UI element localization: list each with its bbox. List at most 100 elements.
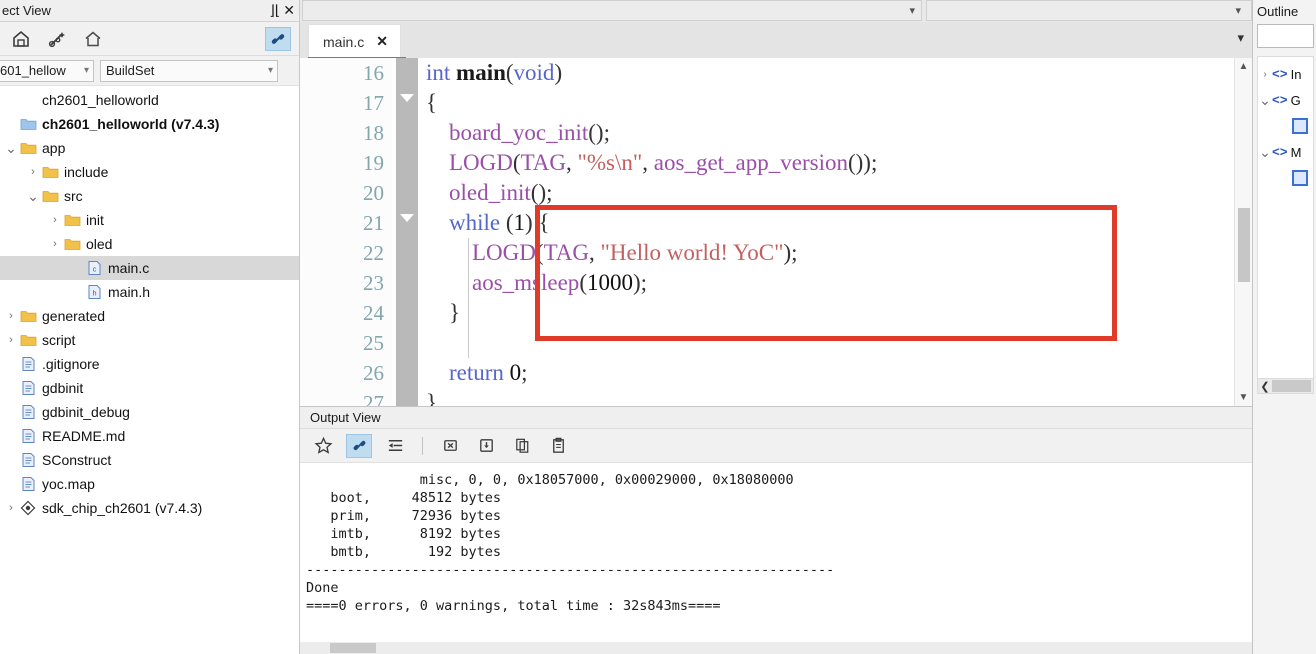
tab-label: main.c <box>323 33 365 50</box>
outline-item[interactable]: ⌄ <> M <box>1258 139 1313 165</box>
buildset-combo[interactable]: BuildSet ▾ <box>100 59 278 82</box>
code-line-22[interactable]: LOGD(TAG, "Hello world! YoC"); <box>418 238 1234 268</box>
code-line-17[interactable]: { <box>418 88 1234 118</box>
project-tree[interactable]: ch2601_helloworld ch2601_helloworld (v7.4… <box>0 86 299 644</box>
tree-item-label: sdk_chip_ch2601 (v7.4.3) <box>42 500 203 516</box>
project-view-toolbar <box>0 22 299 56</box>
outline-horizontal-scrollbar[interactable]: ❮ <box>1257 378 1314 394</box>
wrap-lines-icon[interactable] <box>382 434 408 458</box>
tree-item-oled[interactable]: › oled <box>0 232 299 256</box>
scrollbar-thumb[interactable] <box>1238 208 1250 282</box>
dock-icon[interactable]: ⌋⌊ <box>269 1 280 19</box>
tree-item-init[interactable]: › init <box>0 208 299 232</box>
scrollbar-thumb[interactable] <box>1272 380 1311 392</box>
code-token-fn: aos_get_app_version <box>653 150 848 175</box>
code-token-fn: oled_init <box>449 180 531 205</box>
chevron-left-icon[interactable]: ❮ <box>1258 380 1272 393</box>
code-text[interactable]: int main(void){ board_yoc_init(); LOGD(T… <box>418 58 1234 406</box>
chevron-up-icon[interactable]: ▲ <box>1235 58 1252 75</box>
chevron-down-icon[interactable]: ▼ <box>1235 389 1252 406</box>
tree-item-main.h[interactable]: h main.h <box>0 280 299 304</box>
output-log-line: imtb, 8192 bytes <box>306 526 502 542</box>
outline-search-input[interactable] <box>1257 24 1314 48</box>
line-number: 26 <box>363 361 384 385</box>
tree-item-sdk_chip_ch2601[interactable]: › sdk_chip_ch2601 (v7.4.3) <box>0 496 299 520</box>
build-icon[interactable] <box>10 28 32 50</box>
tree-item-.gitignore[interactable]: .gitignore <box>0 352 299 376</box>
editor-path-combo[interactable]: ▾ <box>302 0 922 21</box>
folder-icon <box>62 237 82 251</box>
editor-symbol-combo[interactable]: ▾ <box>926 0 1252 21</box>
chevron-right-icon[interactable]: › <box>48 214 62 226</box>
code-line-24[interactable]: } <box>418 298 1234 328</box>
chevron-right-icon[interactable]: › <box>26 166 40 178</box>
tab-main-c[interactable]: main.c ✕ <box>308 24 401 58</box>
tree-item-generated[interactable]: › generated <box>0 304 299 328</box>
chevron-right-icon[interactable]: › <box>1258 69 1272 80</box>
tree-item-gdbinit[interactable]: gdbinit <box>0 376 299 400</box>
tree-item-main.c[interactable]: c main.c <box>0 256 299 280</box>
close-icon[interactable]: ✕ <box>376 33 388 50</box>
project-view-title: ect View <box>2 3 51 18</box>
tree-item-SConstruct[interactable]: SConstruct <box>0 448 299 472</box>
chevron-down-icon[interactable]: ⌄ <box>4 141 18 155</box>
output-log[interactable]: misc, 0, 0, 0x18057000, 0x00029000, 0x18… <box>300 463 1252 654</box>
tree-item-src[interactable]: ⌄ src <box>0 184 299 208</box>
code-line-19[interactable]: LOGD(TAG, "%s\n", aos_get_app_version())… <box>418 148 1234 178</box>
code-line-20[interactable]: oled_init(); <box>418 178 1234 208</box>
chevron-right-icon[interactable]: › <box>4 502 18 514</box>
magic-wand-icon[interactable] <box>46 28 68 50</box>
paste-icon[interactable] <box>545 434 571 458</box>
favorite-star-icon[interactable] <box>310 434 336 458</box>
copy-icon[interactable] <box>509 434 535 458</box>
code-line-25[interactable] <box>418 328 1234 358</box>
chevron-right-icon[interactable]: › <box>48 238 62 250</box>
tree-item-label: include <box>64 164 109 180</box>
outline-item[interactable]: ⌄ <> G <box>1258 87 1313 113</box>
tree-item-ch2601_helloworld[interactable]: ch2601_helloworld (v7.4.3) <box>0 112 299 136</box>
close-icon[interactable]: ✕ <box>283 1 295 19</box>
fold-marker-line-17[interactable] <box>400 94 414 108</box>
outline-item-label: In <box>1290 66 1302 82</box>
home-icon[interactable] <box>82 28 104 50</box>
fold-gutter[interactable] <box>396 58 418 406</box>
outline-item[interactable] <box>1258 165 1313 191</box>
outline-item[interactable]: › <> In <box>1258 61 1313 87</box>
clear-icon[interactable] <box>437 434 463 458</box>
outline-item[interactable] <box>1258 113 1313 139</box>
code-token-pl: , <box>642 150 654 175</box>
scrollbar-thumb[interactable] <box>330 643 376 653</box>
tree-item-include[interactable]: › include <box>0 160 299 184</box>
chip-icon <box>18 500 38 516</box>
output-horizontal-scrollbar[interactable] <box>300 642 1252 654</box>
tree-item-ch2601_helloworld[interactable]: ch2601_helloworld <box>0 88 299 112</box>
code-line-27[interactable]: } <box>418 388 1234 406</box>
tree-item-README.md[interactable]: README.md <box>0 424 299 448</box>
code-editor[interactable]: 16 17 18 19 20 21 22 23 24 25 26 27 int main(void){… <box>300 58 1252 406</box>
tree-item-app[interactable]: ⌄ app <box>0 136 299 160</box>
project-combo[interactable]: 601_hellow ▾ <box>0 59 94 82</box>
editor-vertical-scrollbar[interactable]: ▲ ▼ <box>1234 58 1252 406</box>
code-line-18[interactable]: board_yoc_init(); <box>418 118 1234 148</box>
chevron-down-icon[interactable]: ⌄ <box>1258 145 1272 159</box>
tree-item-script[interactable]: › script <box>0 328 299 352</box>
fold-marker-line-21[interactable] <box>400 214 414 228</box>
outline-tree[interactable]: › <> In ⌄ <> G ⌄ <> M <box>1257 56 1314 386</box>
chevron-right-icon[interactable]: › <box>4 334 18 346</box>
chevron-down-icon[interactable]: ⌄ <box>1258 93 1272 107</box>
link-icon[interactable] <box>265 27 291 51</box>
code-line-16[interactable]: int main(void) <box>418 58 1234 88</box>
tree-item-gdbinit_debug[interactable]: gdbinit_debug <box>0 400 299 424</box>
chevron-right-icon[interactable]: › <box>4 310 18 322</box>
link-icon[interactable] <box>346 433 372 458</box>
code-token-kw: while <box>449 210 501 235</box>
save-icon[interactable] <box>473 434 499 458</box>
folder-icon <box>18 309 38 323</box>
code-line-23[interactable]: aos_msleep(1000); <box>418 268 1234 298</box>
folder-icon <box>62 213 82 227</box>
chevron-down-icon[interactable]: ▾ <box>1237 30 1244 46</box>
chevron-down-icon[interactable]: ⌄ <box>26 189 40 203</box>
code-line-21[interactable]: while (1) { <box>418 208 1234 238</box>
code-line-26[interactable]: return 0; <box>418 358 1234 388</box>
tree-item-yoc.map[interactable]: yoc.map <box>0 472 299 496</box>
